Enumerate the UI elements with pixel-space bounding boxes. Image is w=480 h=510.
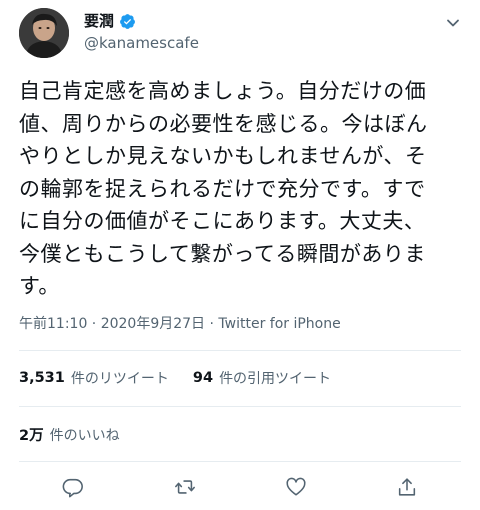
divider <box>19 350 461 351</box>
retweets-label: 件のリツイート <box>70 371 169 387</box>
quotes-count: 94 <box>192 370 214 386</box>
tweet-line: の輪郭を捉えられるだけで充分です。すで <box>19 176 426 201</box>
tweet-line: す。 <box>19 274 60 298</box>
share-icon[interactable] <box>392 472 422 502</box>
tweet-line: 値、周りからの必要性を感じる。今はぼん <box>19 111 428 136</box>
tweet-line: 自己肯定感を高めましょう。自分だけの価 <box>19 79 427 103</box>
quotes-stat[interactable]: 94 件の引用ツイート <box>193 368 331 388</box>
likes-row: 2万 件のいいね <box>19 424 144 445</box>
divider <box>19 461 461 462</box>
tweet-timestamp[interactable]: 午前11:10 · 2020年9月27日 · <box>19 316 218 332</box>
chevron-down-icon[interactable] <box>442 12 464 34</box>
avatar[interactable] <box>19 8 69 58</box>
retweets-stat[interactable]: 3,531 件のリツイート <box>19 368 169 388</box>
divider <box>19 406 461 407</box>
verified-badge-icon <box>119 13 136 30</box>
display-name[interactable]: 要潤 <box>84 12 114 30</box>
retweets-count: 3,531 <box>19 370 65 386</box>
avatar-image <box>19 8 69 58</box>
tweet-metadata: 午前11:10 · 2020年9月27日 · Twitter for iPhon… <box>19 315 341 333</box>
tweet-line: やりとしか見えないかもしれませんが、そ <box>19 144 427 168</box>
action-bar <box>0 472 480 502</box>
heart-icon[interactable] <box>281 472 311 502</box>
author-handle[interactable]: @kanamescafe <box>84 34 199 52</box>
tweet-line: 今僕ともこうして繋がってる瞬間がありま <box>19 241 426 266</box>
likes-stat[interactable]: 2万 件のいいね <box>19 424 120 445</box>
likes-label: 件のいいね <box>49 427 120 444</box>
tweet-line: に自分の価値がそこにあります。大丈夫、 <box>19 209 426 233</box>
author-name-row[interactable]: 要潤 <box>84 12 136 30</box>
reply-icon[interactable] <box>58 472 88 502</box>
tweet-detail: 要潤 @kanamescafe 自己肯定感を高めましょう。自分だけの価 値、周り… <box>0 0 480 510</box>
engagement-counts: 3,531 件のリツイート 94 件の引用ツイート <box>19 368 355 388</box>
retweet-icon[interactable] <box>170 472 200 502</box>
tweet-source[interactable]: Twitter for iPhone <box>218 316 340 332</box>
likes-count: 2万 <box>19 428 44 444</box>
tweet-text: 自己肯定感を高めましょう。自分だけの価 値、周りからの必要性を感じる。今はぼん … <box>19 75 469 303</box>
quotes-label: 件の引用ツイート <box>219 371 332 387</box>
